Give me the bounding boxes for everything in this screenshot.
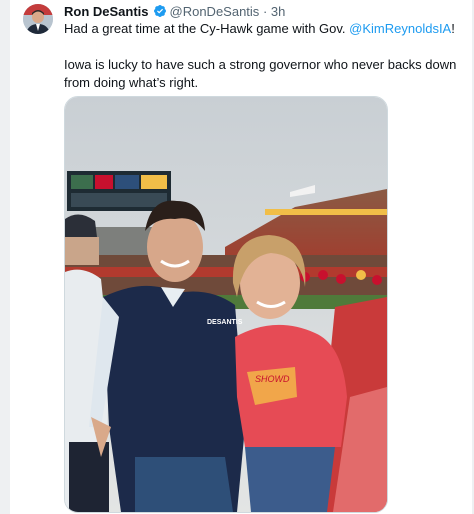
tweet-paragraph-2: Iowa is lucky to have such a strong gove…: [64, 57, 457, 90]
verified-badge-icon: [153, 4, 167, 18]
tweet-paragraph-1: Had a great time at the Cy-Hawk game wit…: [64, 20, 472, 38]
shirt-text: SHOWD: [255, 374, 290, 384]
tweet-text-part: Had a great time at the Cy-Hawk game wit…: [64, 21, 350, 36]
mention-link[interactable]: @KimReynoldsIA: [349, 21, 451, 36]
timestamp[interactable]: 3h: [271, 4, 285, 19]
screenshot-frame: Ron DeSantis @RonDeSantis · 3h Had a grea…: [0, 0, 474, 514]
tweet-card[interactable]: Ron DeSantis @RonDeSantis · 3h Had a grea…: [10, 0, 472, 514]
author-name[interactable]: Ron DeSantis: [64, 4, 149, 19]
tweet-text-part: !: [451, 21, 455, 36]
stadium-gold-band: [265, 209, 387, 215]
separator-dot: ·: [262, 4, 268, 19]
tweet-photo[interactable]: DESANTIS SHOWD: [64, 96, 388, 513]
vest-logo-text: DESANTIS: [207, 319, 243, 326]
avatar[interactable]: [23, 4, 53, 34]
author-handle[interactable]: @RonDeSantis: [170, 4, 260, 19]
tweet-header: Ron DeSantis @RonDeSantis · 3h: [64, 3, 285, 20]
tweet-text: Had a great time at the Cy-Hawk game wit…: [64, 20, 472, 92]
